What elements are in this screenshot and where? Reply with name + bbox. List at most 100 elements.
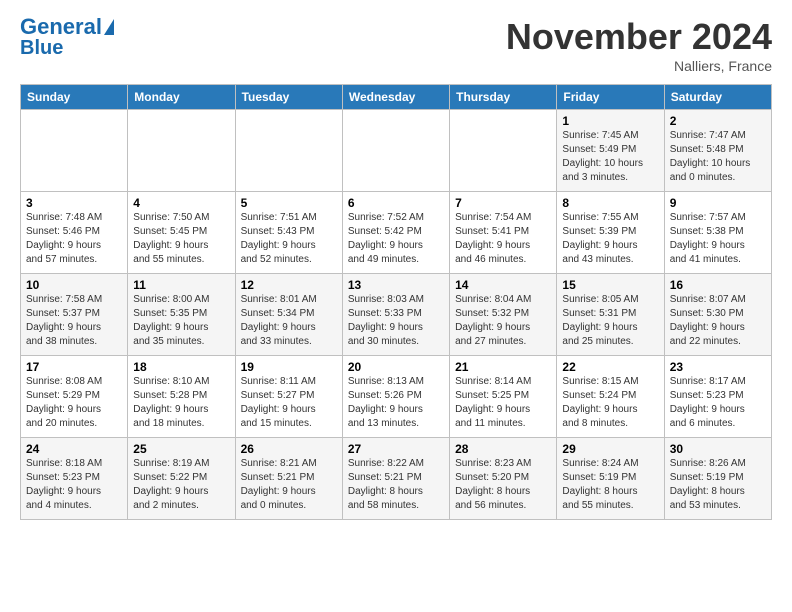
calendar-cell: 12Sunrise: 8:01 AM Sunset: 5:34 PM Dayli… (235, 274, 342, 356)
day-number: 12 (241, 278, 337, 292)
day-info: Sunrise: 7:57 AM Sunset: 5:38 PM Dayligh… (670, 211, 766, 267)
day-number: 13 (348, 278, 444, 292)
day-info: Sunrise: 8:22 AM Sunset: 5:21 PM Dayligh… (348, 457, 444, 513)
calendar-cell (235, 110, 342, 192)
day-number: 2 (670, 114, 766, 128)
day-number: 6 (348, 196, 444, 210)
calendar-body: 1Sunrise: 7:45 AM Sunset: 5:49 PM Daylig… (21, 110, 772, 520)
day-number: 27 (348, 442, 444, 456)
title-area: November 2024 Nalliers, France (506, 16, 772, 74)
day-info: Sunrise: 7:54 AM Sunset: 5:41 PM Dayligh… (455, 211, 551, 267)
page: General Blue November 2024 Nalliers, Fra… (0, 0, 792, 530)
day-number: 8 (562, 196, 658, 210)
calendar-cell: 25Sunrise: 8:19 AM Sunset: 5:22 PM Dayli… (128, 438, 235, 520)
header: General Blue November 2024 Nalliers, Fra… (20, 16, 772, 74)
calendar-week-4: 17Sunrise: 8:08 AM Sunset: 5:29 PM Dayli… (21, 356, 772, 438)
calendar-week-1: 1Sunrise: 7:45 AM Sunset: 5:49 PM Daylig… (21, 110, 772, 192)
calendar-cell: 30Sunrise: 8:26 AM Sunset: 5:19 PM Dayli… (664, 438, 771, 520)
calendar-cell (342, 110, 449, 192)
location: Nalliers, France (506, 58, 772, 74)
calendar-cell: 10Sunrise: 7:58 AM Sunset: 5:37 PM Dayli… (21, 274, 128, 356)
day-info: Sunrise: 8:14 AM Sunset: 5:25 PM Dayligh… (455, 375, 551, 431)
day-number: 17 (26, 360, 122, 374)
day-info: Sunrise: 8:13 AM Sunset: 5:26 PM Dayligh… (348, 375, 444, 431)
day-info: Sunrise: 7:45 AM Sunset: 5:49 PM Dayligh… (562, 129, 658, 185)
calendar-header-friday: Friday (557, 85, 664, 110)
calendar-cell: 2Sunrise: 7:47 AM Sunset: 5:48 PM Daylig… (664, 110, 771, 192)
day-number: 18 (133, 360, 229, 374)
calendar-header-thursday: Thursday (450, 85, 557, 110)
day-number: 14 (455, 278, 551, 292)
day-info: Sunrise: 8:17 AM Sunset: 5:23 PM Dayligh… (670, 375, 766, 431)
day-number: 15 (562, 278, 658, 292)
day-number: 1 (562, 114, 658, 128)
logo: General Blue (20, 16, 114, 58)
calendar-header-tuesday: Tuesday (235, 85, 342, 110)
calendar-cell (21, 110, 128, 192)
calendar-header-row: SundayMondayTuesdayWednesdayThursdayFrid… (21, 85, 772, 110)
calendar-cell: 29Sunrise: 8:24 AM Sunset: 5:19 PM Dayli… (557, 438, 664, 520)
calendar-cell: 8Sunrise: 7:55 AM Sunset: 5:39 PM Daylig… (557, 192, 664, 274)
calendar-header-sunday: Sunday (21, 85, 128, 110)
day-number: 25 (133, 442, 229, 456)
day-number: 21 (455, 360, 551, 374)
day-number: 9 (670, 196, 766, 210)
calendar-cell: 23Sunrise: 8:17 AM Sunset: 5:23 PM Dayli… (664, 356, 771, 438)
day-info: Sunrise: 8:01 AM Sunset: 5:34 PM Dayligh… (241, 293, 337, 349)
calendar-cell: 1Sunrise: 7:45 AM Sunset: 5:49 PM Daylig… (557, 110, 664, 192)
calendar-cell: 13Sunrise: 8:03 AM Sunset: 5:33 PM Dayli… (342, 274, 449, 356)
calendar-cell: 28Sunrise: 8:23 AM Sunset: 5:20 PM Dayli… (450, 438, 557, 520)
calendar-week-2: 3Sunrise: 7:48 AM Sunset: 5:46 PM Daylig… (21, 192, 772, 274)
calendar: SundayMondayTuesdayWednesdayThursdayFrid… (20, 84, 772, 520)
day-number: 7 (455, 196, 551, 210)
day-info: Sunrise: 8:18 AM Sunset: 5:23 PM Dayligh… (26, 457, 122, 513)
day-info: Sunrise: 8:26 AM Sunset: 5:19 PM Dayligh… (670, 457, 766, 513)
day-info: Sunrise: 7:50 AM Sunset: 5:45 PM Dayligh… (133, 211, 229, 267)
day-info: Sunrise: 8:08 AM Sunset: 5:29 PM Dayligh… (26, 375, 122, 431)
day-number: 10 (26, 278, 122, 292)
calendar-cell: 5Sunrise: 7:51 AM Sunset: 5:43 PM Daylig… (235, 192, 342, 274)
day-info: Sunrise: 8:24 AM Sunset: 5:19 PM Dayligh… (562, 457, 658, 513)
day-number: 24 (26, 442, 122, 456)
day-number: 19 (241, 360, 337, 374)
month-title: November 2024 (506, 16, 772, 58)
day-info: Sunrise: 8:21 AM Sunset: 5:21 PM Dayligh… (241, 457, 337, 513)
day-info: Sunrise: 8:00 AM Sunset: 5:35 PM Dayligh… (133, 293, 229, 349)
calendar-header-monday: Monday (128, 85, 235, 110)
calendar-cell: 11Sunrise: 8:00 AM Sunset: 5:35 PM Dayli… (128, 274, 235, 356)
calendar-cell: 17Sunrise: 8:08 AM Sunset: 5:29 PM Dayli… (21, 356, 128, 438)
calendar-cell (128, 110, 235, 192)
day-info: Sunrise: 8:03 AM Sunset: 5:33 PM Dayligh… (348, 293, 444, 349)
day-info: Sunrise: 8:05 AM Sunset: 5:31 PM Dayligh… (562, 293, 658, 349)
day-number: 3 (26, 196, 122, 210)
calendar-header-saturday: Saturday (664, 85, 771, 110)
calendar-week-5: 24Sunrise: 8:18 AM Sunset: 5:23 PM Dayli… (21, 438, 772, 520)
day-number: 4 (133, 196, 229, 210)
day-info: Sunrise: 7:51 AM Sunset: 5:43 PM Dayligh… (241, 211, 337, 267)
logo-blue-text: Blue (20, 38, 63, 58)
day-number: 20 (348, 360, 444, 374)
calendar-cell: 22Sunrise: 8:15 AM Sunset: 5:24 PM Dayli… (557, 356, 664, 438)
calendar-cell (450, 110, 557, 192)
logo-text: General (20, 16, 102, 38)
day-number: 11 (133, 278, 229, 292)
day-info: Sunrise: 8:15 AM Sunset: 5:24 PM Dayligh… (562, 375, 658, 431)
day-number: 23 (670, 360, 766, 374)
calendar-cell: 16Sunrise: 8:07 AM Sunset: 5:30 PM Dayli… (664, 274, 771, 356)
calendar-cell: 7Sunrise: 7:54 AM Sunset: 5:41 PM Daylig… (450, 192, 557, 274)
day-info: Sunrise: 8:11 AM Sunset: 5:27 PM Dayligh… (241, 375, 337, 431)
day-info: Sunrise: 8:23 AM Sunset: 5:20 PM Dayligh… (455, 457, 551, 513)
calendar-cell: 27Sunrise: 8:22 AM Sunset: 5:21 PM Dayli… (342, 438, 449, 520)
day-info: Sunrise: 7:55 AM Sunset: 5:39 PM Dayligh… (562, 211, 658, 267)
calendar-cell: 24Sunrise: 8:18 AM Sunset: 5:23 PM Dayli… (21, 438, 128, 520)
day-info: Sunrise: 8:10 AM Sunset: 5:28 PM Dayligh… (133, 375, 229, 431)
calendar-cell: 9Sunrise: 7:57 AM Sunset: 5:38 PM Daylig… (664, 192, 771, 274)
calendar-cell: 4Sunrise: 7:50 AM Sunset: 5:45 PM Daylig… (128, 192, 235, 274)
day-number: 16 (670, 278, 766, 292)
day-info: Sunrise: 7:48 AM Sunset: 5:46 PM Dayligh… (26, 211, 122, 267)
calendar-cell: 6Sunrise: 7:52 AM Sunset: 5:42 PM Daylig… (342, 192, 449, 274)
day-number: 30 (670, 442, 766, 456)
day-info: Sunrise: 7:52 AM Sunset: 5:42 PM Dayligh… (348, 211, 444, 267)
calendar-cell: 14Sunrise: 8:04 AM Sunset: 5:32 PM Dayli… (450, 274, 557, 356)
calendar-cell: 18Sunrise: 8:10 AM Sunset: 5:28 PM Dayli… (128, 356, 235, 438)
